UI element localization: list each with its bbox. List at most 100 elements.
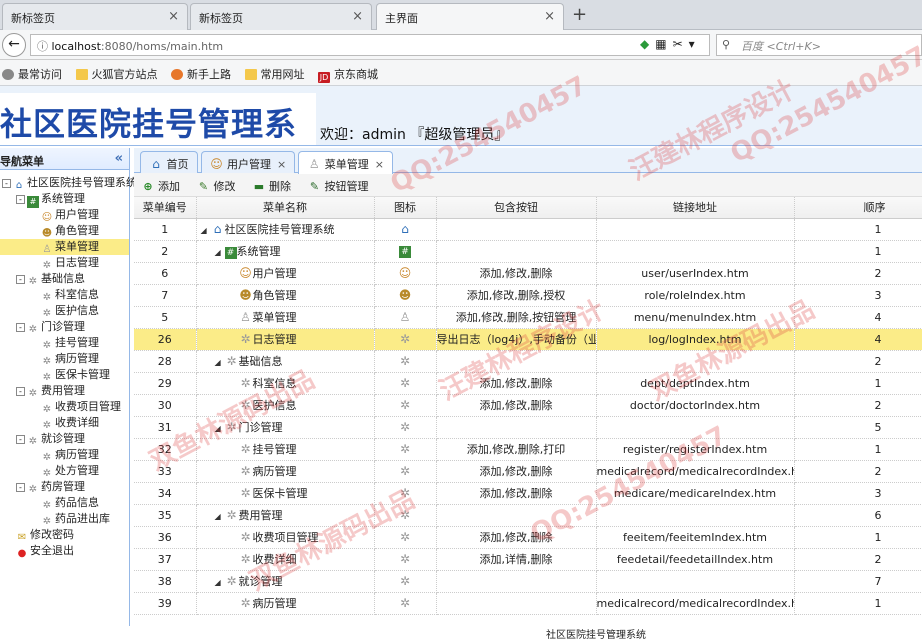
- table-row[interactable]: 38 ◢ ✲ 就诊管理 ✲ 7: [134, 570, 922, 593]
- table-row[interactable]: 37 ✲ 收费详细 ✲ 添加,详情,删除 feedetail/feedetailIndex…: [134, 548, 922, 571]
- menu-id-cell: 29: [134, 372, 197, 395]
- table-row[interactable]: 31 ◢ ✲ 门诊管理 ✲ 5: [134, 416, 922, 439]
- edit-button[interactable]: ✎ 修改: [198, 178, 236, 194]
- sidebar-item[interactable]: ✲ 药品信息: [0, 495, 129, 511]
- qr-code-icon[interactable]: ▦: [655, 37, 672, 51]
- button-management-button[interactable]: ✎ 按钮管理: [309, 178, 369, 194]
- sidebar-item[interactable]: ✲ 药品进出库: [0, 511, 129, 527]
- search-icon[interactable]: ⚲: [722, 38, 730, 51]
- close-icon[interactable]: ×: [352, 9, 363, 24]
- close-icon[interactable]: ×: [277, 158, 286, 171]
- close-icon[interactable]: ×: [168, 9, 179, 24]
- column-header[interactable]: 包含按钮: [436, 197, 597, 219]
- sidebar-item[interactable]: ✲ 病历管理: [0, 351, 129, 367]
- table-row[interactable]: 26 ✲ 日志管理 ✲ 导出日志（log4j）,手动备份（业 log/logIndex.h…: [134, 328, 922, 351]
- table-row[interactable]: 2 ◢ # 系统管理 #1: [134, 240, 922, 263]
- address-bar[interactable]: ⓘ localhost:8080/homs/main.htm: [30, 34, 710, 56]
- tab-home[interactable]: ⌂ 首页: [140, 151, 198, 173]
- browser-tab[interactable]: 新标签页 ×: [190, 3, 372, 30]
- sidebar-item[interactable]: ✲ 处方管理: [0, 463, 129, 479]
- bookmark-firefox-site[interactable]: 火狐官方站点: [75, 66, 158, 82]
- collapse-toggle-icon[interactable]: -: [2, 179, 11, 188]
- close-icon[interactable]: ×: [375, 158, 384, 171]
- column-header[interactable]: 菜单名称: [196, 197, 375, 219]
- menu-icon-cell: ✲: [374, 372, 437, 395]
- table-row[interactable]: 39 ✲ 病历管理 ✲ medicalrecord/medicalrecordIndex…: [134, 592, 922, 615]
- sidebar-item[interactable]: - ✲ 就诊管理: [0, 431, 129, 447]
- sidebar-item[interactable]: ✲ 收费项目管理: [0, 399, 129, 415]
- table-row[interactable]: 29 ✲ 科室信息 ✲ 添加,修改,删除 dept/deptIndex.htm 1: [134, 372, 922, 395]
- sidebar-item[interactable]: ● 安全退出: [0, 543, 129, 559]
- menu-id-cell: 33: [134, 460, 197, 483]
- new-tab-icon[interactable]: +: [572, 4, 587, 25]
- tab-user-management[interactable]: ☺ 用户管理 ×: [200, 151, 296, 173]
- column-header[interactable]: 菜单编号: [134, 197, 197, 219]
- sidebar-item[interactable]: - ✲ 基础信息: [0, 271, 129, 287]
- scissors-icon[interactable]: ✂: [673, 37, 689, 51]
- sidebar-item[interactable]: ✲ 病历管理: [0, 447, 129, 463]
- sys-icon: #: [224, 247, 237, 259]
- table-row[interactable]: 32 ✲ 挂号管理 ✲ 添加,修改,删除,打印 register/registerInde…: [134, 438, 922, 461]
- browser-tab-active[interactable]: 主界面 ×: [376, 3, 564, 30]
- sidebar-item[interactable]: - ✲ 门诊管理: [0, 319, 129, 335]
- expand-arrow-icon[interactable]: ◢: [215, 358, 225, 367]
- table-row[interactable]: 6 ☺用户管理 ☺ 添加,修改,删除 user/userIndex.htm 2: [134, 262, 922, 285]
- sidebar-item[interactable]: ✲ 医护信息: [0, 303, 129, 319]
- collapse-toggle-icon[interactable]: -: [16, 195, 25, 204]
- table-row[interactable]: 30 ✲ 医护信息 ✲ 添加,修改,删除 doctor/doctorIndex.htm 2: [134, 394, 922, 417]
- back-arrow-icon[interactable]: ←: [2, 33, 26, 57]
- menu-icon-cell: ♙: [374, 306, 437, 329]
- column-header[interactable]: 链接地址: [596, 197, 795, 219]
- info-icon[interactable]: ⓘ: [37, 40, 52, 53]
- collapse-toggle-icon[interactable]: -: [16, 483, 25, 492]
- sidebar-item[interactable]: - ✲ 药房管理: [0, 479, 129, 495]
- collapse-icon[interactable]: «: [115, 151, 123, 166]
- sidebar-item[interactable]: - ✲ 费用管理: [0, 383, 129, 399]
- bookmark-jd[interactable]: JD 京东商城: [318, 66, 378, 83]
- browser-tab[interactable]: 新标签页 ×: [2, 3, 188, 30]
- expand-arrow-icon[interactable]: ◢: [215, 424, 225, 433]
- expand-arrow-icon[interactable]: ◢: [215, 248, 225, 257]
- pencil-icon: ✎: [309, 180, 320, 193]
- expand-arrow-icon[interactable]: ◢: [215, 512, 225, 521]
- search-input[interactable]: 百度 <Ctrl+K>: [716, 34, 922, 56]
- sidebar-item[interactable]: ☻ 角色管理: [0, 223, 129, 239]
- sidebar-item[interactable]: - # 系统管理: [0, 191, 129, 208]
- column-header[interactable]: 顺序: [794, 197, 922, 219]
- dropdown-icon[interactable]: ▾: [689, 37, 701, 51]
- sidebar-item[interactable]: ✲ 医保卡管理: [0, 367, 129, 383]
- table-row[interactable]: 7 ☻角色管理 ☻ 添加,修改,删除,授权 role/roleIndex.htm 3: [134, 284, 922, 307]
- collapse-toggle-icon[interactable]: -: [16, 387, 25, 396]
- collapse-toggle-icon[interactable]: -: [16, 323, 25, 332]
- table-row[interactable]: 36 ✲ 收费项目管理 ✲ 添加,修改,删除 feeitem/feeitemIndex.h…: [134, 526, 922, 549]
- tab-menu-management[interactable]: ♙ 菜单管理 ×: [298, 151, 393, 174]
- table-row[interactable]: 5 ♙ 菜单管理 ♙ 添加,修改,删除,按钮管理 menu/menuIndex.htm 4: [134, 306, 922, 329]
- sidebar-item[interactable]: ✲ 日志管理: [0, 255, 129, 271]
- menu-name-cell: ✲ 挂号管理: [196, 438, 375, 461]
- table-row[interactable]: 35 ◢ ✲ 费用管理 ✲ 6: [134, 504, 922, 527]
- column-header[interactable]: 图标: [374, 197, 437, 219]
- table-row[interactable]: 1 ◢ ⌂ 社区医院挂号管理系统 ⌂ 1: [134, 218, 922, 241]
- page-tabs: ⌂ 首页 ☺ 用户管理 × ♙ 菜单管理 ×: [134, 148, 922, 174]
- add-button[interactable]: ⊕ 添加: [142, 178, 180, 194]
- collapse-toggle-icon[interactable]: -: [16, 435, 25, 444]
- table-row[interactable]: 34 ✲ 医保卡管理 ✲ 添加,修改,删除 medicare/medicareIndex.…: [134, 482, 922, 505]
- expand-arrow-icon[interactable]: ◢: [201, 226, 211, 235]
- bookmark-getting-started[interactable]: 新手上路: [171, 66, 231, 82]
- expand-arrow-icon[interactable]: ◢: [215, 578, 225, 587]
- bookmark-common-sites[interactable]: 常用网址: [244, 66, 305, 82]
- sidebar-item[interactable]: - ⌂ 社区医院挂号管理系统: [0, 175, 137, 191]
- sidebar-item[interactable]: ♙ 菜单管理: [0, 239, 129, 255]
- close-icon[interactable]: ×: [544, 9, 555, 24]
- table-row[interactable]: 28 ◢ ✲ 基础信息 ✲ 2: [134, 350, 922, 373]
- delete-button[interactable]: ▬ 删除: [253, 178, 291, 194]
- bookmark-most-visited[interactable]: 最常访问: [2, 66, 62, 82]
- table-row[interactable]: 33 ✲ 病历管理 ✲ 添加,修改,删除 medicalrecord/medicalrec…: [134, 460, 922, 483]
- collapse-toggle-icon[interactable]: -: [16, 275, 25, 284]
- sidebar-item[interactable]: ☺ 用户管理: [0, 207, 129, 223]
- sidebar-item[interactable]: ✲ 科室信息: [0, 287, 129, 303]
- sidebar-item[interactable]: ✉ 修改密码: [0, 527, 129, 543]
- sidebar-item[interactable]: ✲ 挂号管理: [0, 335, 129, 351]
- sidebar-item[interactable]: ✲ 收费详细: [0, 415, 129, 431]
- shield-icon[interactable]: ◆: [640, 37, 655, 51]
